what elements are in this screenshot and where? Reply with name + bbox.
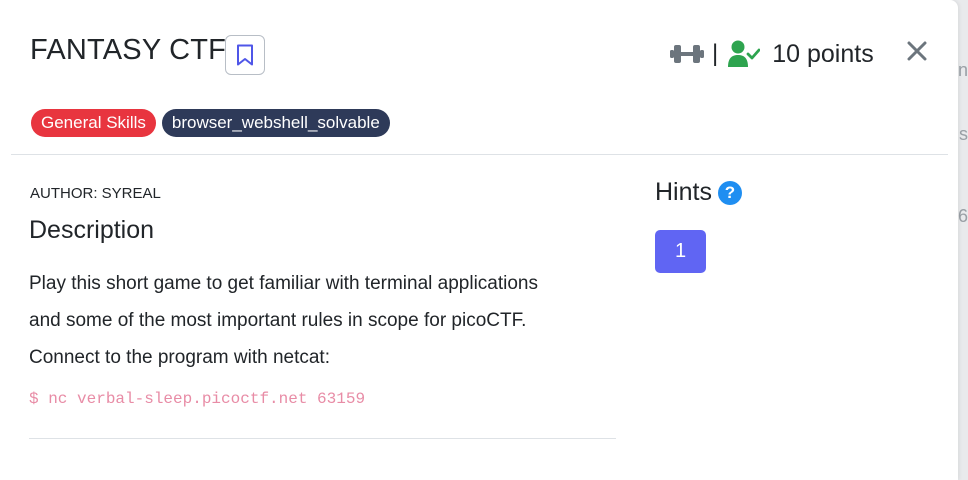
challenge-modal: FANTASY CTF | 10 points General Skills b…	[0, 0, 958, 480]
bookmark-button[interactable]	[225, 35, 265, 75]
hints-heading-label: Hints	[655, 178, 712, 206]
description-line: Connect to the program with netcat:	[29, 347, 330, 368]
header-divider	[11, 154, 948, 155]
netcat-command: $ nc verbal-sleep.picoctf.net 63159	[29, 390, 366, 408]
tag-browser-webshell-solvable[interactable]: browser_webshell_solvable	[161, 109, 390, 137]
hints-heading: Hints ?	[655, 178, 742, 207]
description-text: Play this short game to get familiar wit…	[29, 265, 629, 376]
tag-list: General Skills browser_webshell_solvable	[31, 109, 390, 137]
points-label: 10 points	[772, 39, 874, 68]
description-divider	[29, 438, 616, 439]
description-line: and some of the most important rules in …	[29, 310, 527, 331]
author-label: AUTHOR: SYREAL	[30, 185, 161, 202]
background-fragment-1: n	[957, 60, 968, 80]
description-heading: Description	[29, 216, 155, 244]
dumbbell-icon	[670, 45, 704, 63]
hint-button-1[interactable]: 1	[655, 230, 706, 273]
close-icon	[907, 41, 927, 61]
tag-general-skills[interactable]: General Skills	[31, 109, 156, 137]
challenge-title: FANTASY CTF	[30, 34, 227, 66]
description-line: Play this short game to get familiar wit…	[29, 273, 539, 294]
close-button[interactable]	[904, 38, 930, 64]
help-icon[interactable]: ?	[717, 180, 742, 205]
user-check-icon	[728, 40, 761, 67]
challenge-meta: | 10 points	[670, 38, 874, 70]
bookmark-icon	[237, 44, 253, 66]
meta-separator: |	[712, 40, 719, 67]
